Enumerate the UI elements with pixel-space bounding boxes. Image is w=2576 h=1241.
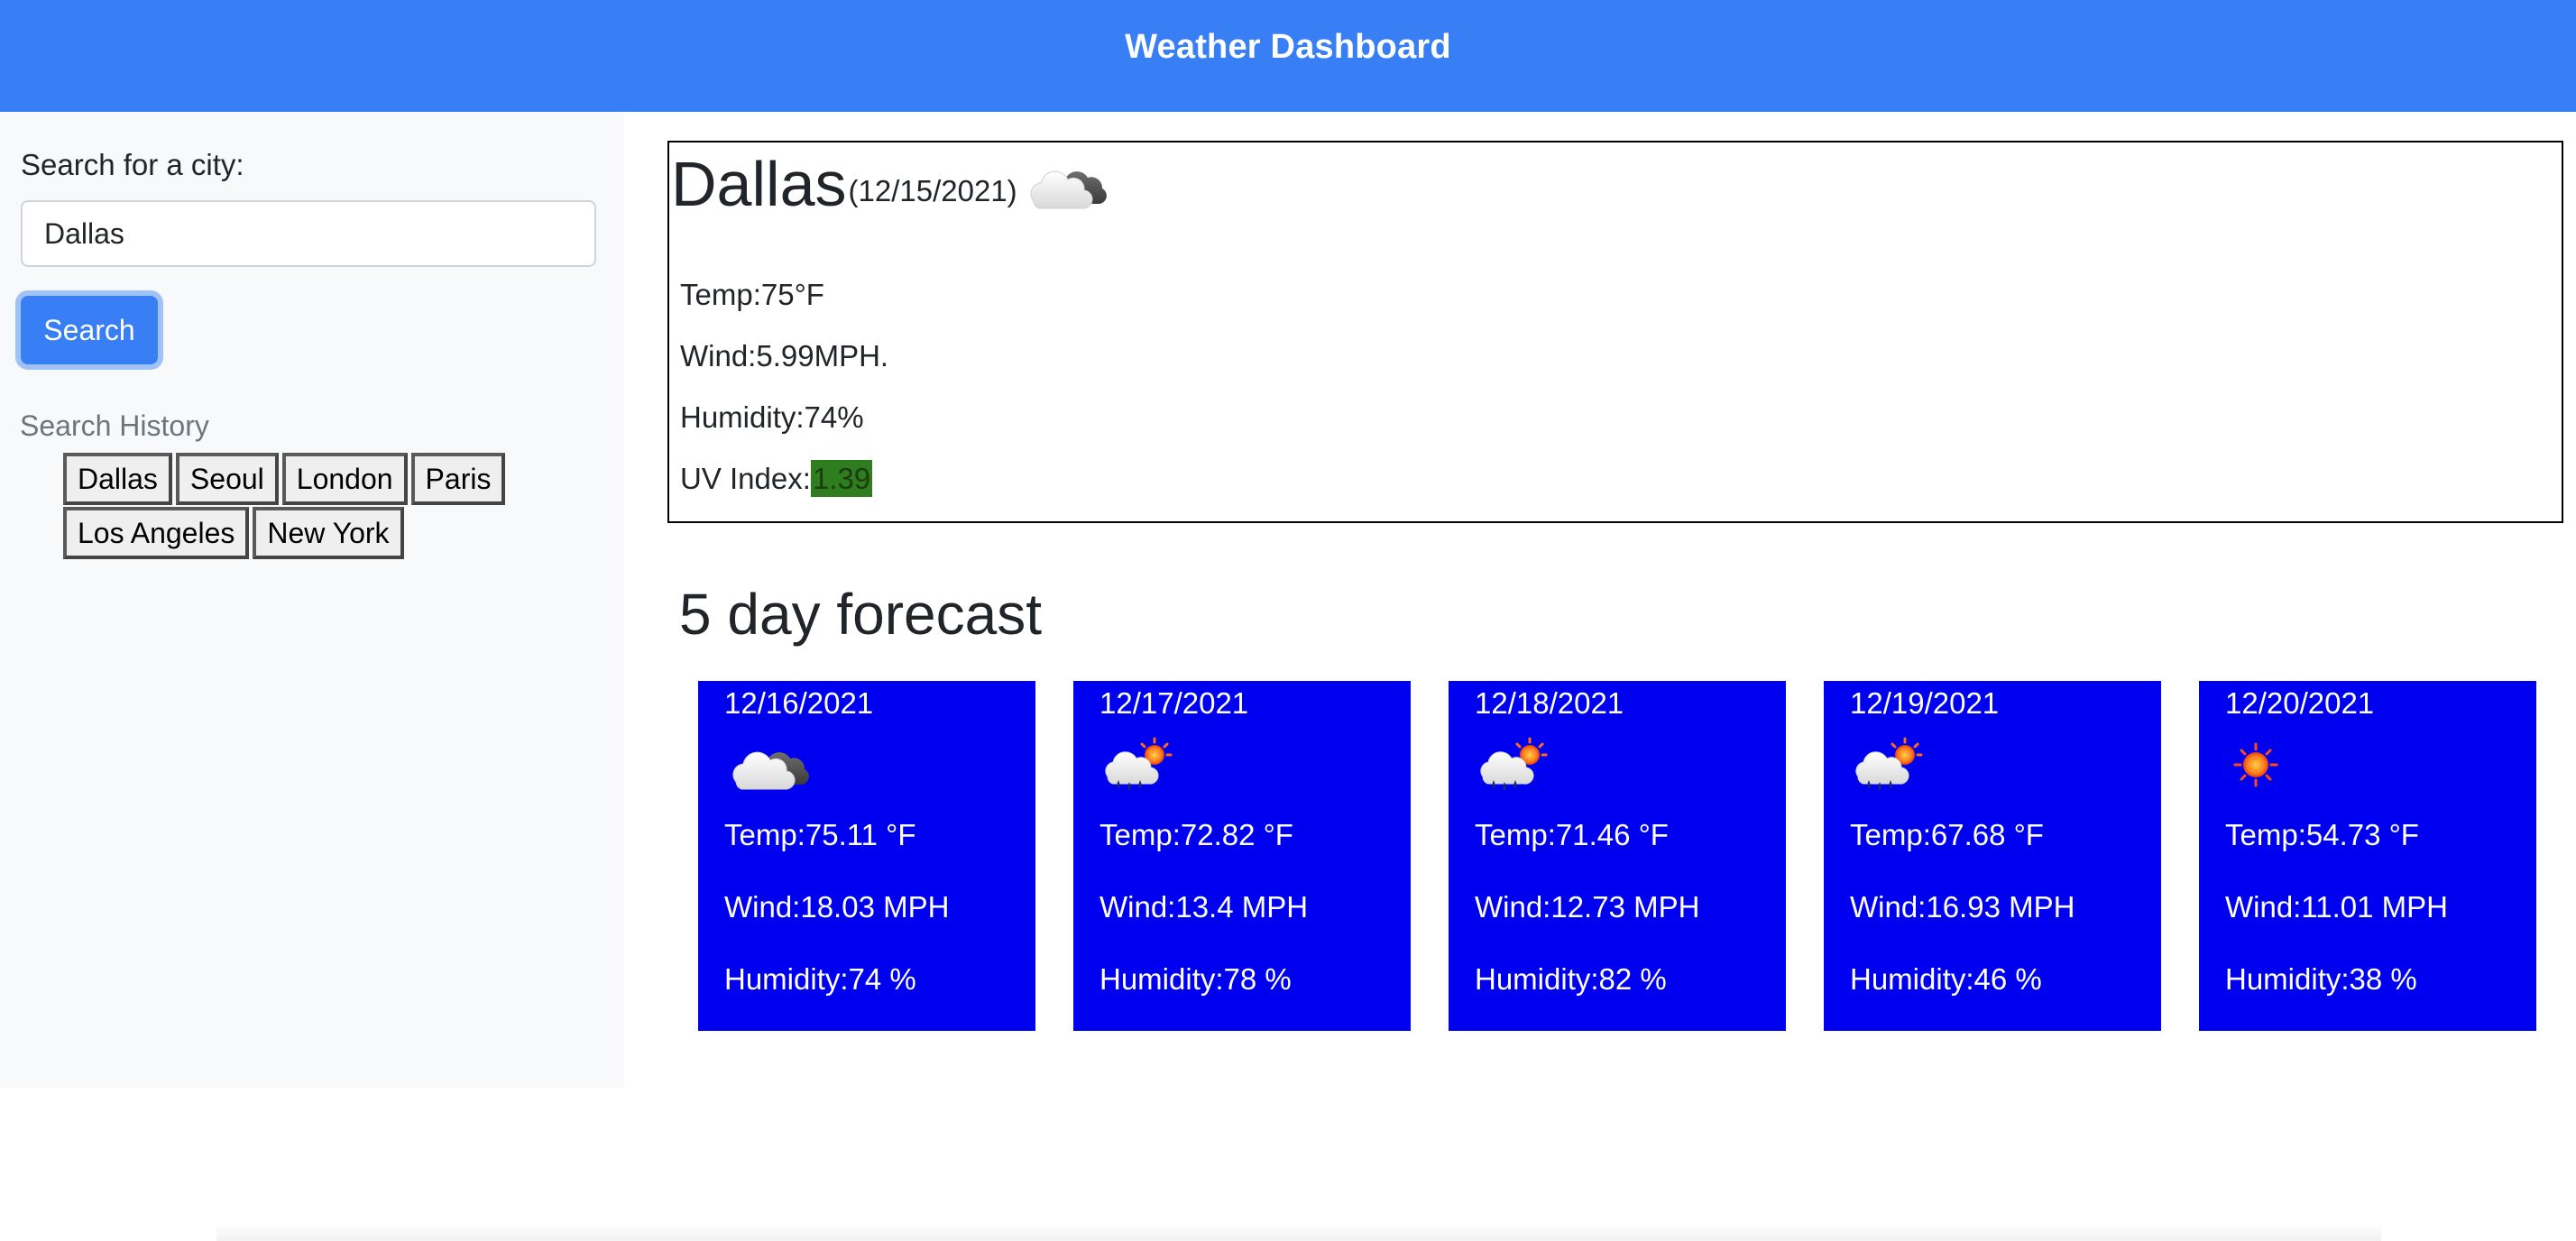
cloud-icon — [727, 737, 810, 797]
search-label: Search for a city: — [21, 148, 244, 181]
forecast-temp: Temp:71.46 °F — [1475, 818, 1669, 851]
sun-icon — [2228, 737, 2284, 797]
app-title: Weather Dashboard — [1125, 27, 1451, 66]
forecast-temp: Temp:75.11 °F — [724, 818, 916, 851]
rain-sun-icon — [1102, 737, 1174, 797]
history-button-paris[interactable]: Paris — [410, 453, 506, 505]
city-search-input[interactable] — [21, 200, 596, 267]
forecast-card: 12/19/2021 Temp:67.68 °F Wind:16.93 MPH … — [1824, 681, 2161, 1031]
current-weather-panel: Dallas (12/15/2021) Temp:75°F Wind:5.99M… — [667, 141, 2563, 523]
forecast-row: 12/16/2021 Temp:75.11 °F Wind:18.03 MPH … — [698, 681, 2536, 1031]
current-wind: Wind:5.99MPH. — [680, 339, 889, 372]
forecast-date: 12/19/2021 — [1850, 686, 2000, 720]
current-heading: Dallas (12/15/2021) — [671, 148, 1108, 220]
history-button-new-york[interactable]: New York — [253, 507, 404, 559]
forecast-temp: Temp:67.68 °F — [1850, 818, 2044, 851]
forecast-card: 12/18/2021 Temp:71.46 °F Wind:12.73 MPH … — [1449, 681, 1786, 1031]
forecast-date: 12/16/2021 — [724, 686, 874, 720]
uv-index-badge: 1.39 — [810, 460, 873, 497]
forecast-wind: Wind:16.93 MPH — [1850, 890, 2075, 924]
forecast-card: 12/17/2021 Temp:72.82 °F Wind:13.4 MPH H… — [1073, 681, 1411, 1031]
rain-sun-icon — [1477, 737, 1550, 797]
forecast-humidity: Humidity:38 % — [2225, 962, 2417, 996]
forecast-date: 12/17/2021 — [1099, 686, 1249, 720]
forecast-card: 12/20/2021 Temp:54.73 °F Wind:11.01 MPH … — [2199, 681, 2536, 1031]
search-history-list: Dallas Seoul London Paris Los Angeles Ne… — [63, 453, 568, 561]
app-header: Weather Dashboard — [0, 0, 2576, 112]
rain-sun-icon — [1853, 737, 1925, 797]
forecast-wind: Wind:18.03 MPH — [724, 890, 950, 924]
forecast-temp: Temp:72.82 °F — [1099, 818, 1293, 851]
search-history-label: Search History — [20, 409, 209, 442]
cloud-icon — [1025, 156, 1108, 216]
current-date: (12/15/2021) — [848, 174, 1017, 207]
sidebar: Search for a city: Search Search History… — [0, 112, 624, 1088]
uv-index-label: UV Index: — [680, 462, 811, 495]
forecast-date: 12/18/2021 — [1475, 686, 1624, 720]
history-button-dallas[interactable]: Dallas — [63, 453, 172, 505]
search-button[interactable]: Search — [21, 296, 158, 364]
forecast-temp: Temp:54.73 °F — [2225, 818, 2419, 851]
current-humidity: Humidity:74% — [680, 400, 864, 434]
bottom-shadow — [216, 1223, 2381, 1241]
forecast-humidity: Humidity:82 % — [1475, 962, 1667, 996]
current-city-name: Dallas — [671, 149, 847, 219]
forecast-wind: Wind:12.73 MPH — [1475, 890, 1700, 924]
history-button-london[interactable]: London — [281, 453, 408, 505]
history-button-los-angeles[interactable]: Los Angeles — [63, 507, 250, 559]
forecast-date: 12/20/2021 — [2225, 686, 2375, 720]
forecast-card: 12/16/2021 Temp:75.11 °F Wind:18.03 MPH … — [698, 681, 1035, 1031]
forecast-wind: Wind:11.01 MPH — [2225, 890, 2448, 924]
forecast-wind: Wind:13.4 MPH — [1099, 890, 1309, 924]
forecast-humidity: Humidity:78 % — [1099, 962, 1292, 996]
current-uv-row: UV Index:1.39 — [680, 460, 873, 497]
history-button-seoul[interactable]: Seoul — [175, 453, 279, 505]
forecast-humidity: Humidity:46 % — [1850, 962, 2042, 996]
forecast-humidity: Humidity:74 % — [724, 962, 916, 996]
current-temp: Temp:75°F — [680, 278, 824, 311]
forecast-heading: 5 day forecast — [679, 582, 1042, 647]
